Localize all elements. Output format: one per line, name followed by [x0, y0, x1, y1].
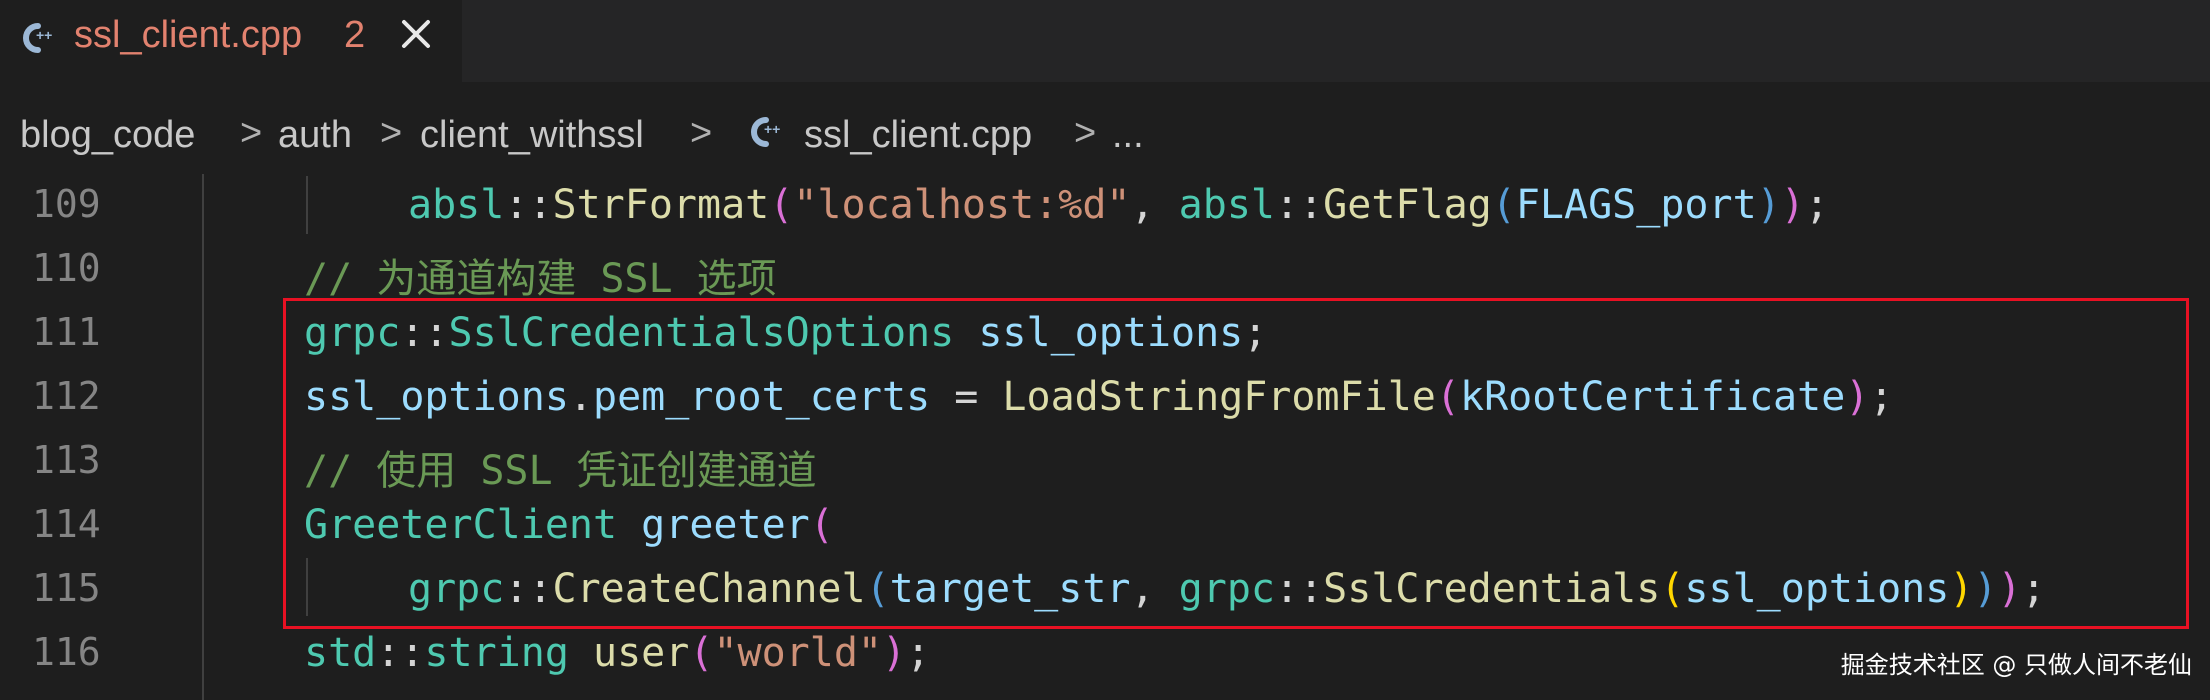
- code-line-110[interactable]: 110 // 为通道构建 SSL 选项: [0, 238, 2210, 302]
- breadcrumb-item-blog-code[interactable]: blog_code: [20, 114, 195, 157]
- breadcrumb-separator: >: [240, 112, 263, 154]
- tab-title: ssl_client.cpp: [74, 14, 303, 56]
- line-number: 112: [32, 374, 101, 418]
- token: string: [424, 630, 569, 676]
- close-icon[interactable]: [396, 14, 436, 54]
- line-number: 116: [32, 630, 101, 674]
- cpp-file-icon: ++: [751, 117, 780, 147]
- line-number: 109: [32, 182, 101, 226]
- watermark: 掘金技术社区 @ 只做人间不老仙: [1840, 651, 2192, 679]
- breadcrumb-separator: >: [690, 112, 713, 154]
- line-number: 110: [32, 246, 101, 290]
- token: std: [304, 630, 377, 676]
- problem-count-badge: 2: [344, 14, 366, 56]
- token: ::: [1275, 182, 1324, 228]
- token: (: [689, 630, 714, 676]
- token: FLAGS_port: [1515, 182, 1757, 228]
- token: absl: [408, 182, 505, 228]
- breadcrumb-separator: >: [380, 112, 403, 154]
- token: ): [1756, 182, 1781, 228]
- cpp-file-icon: ++: [23, 23, 52, 53]
- token: ;: [1804, 182, 1829, 228]
- breadcrumb-item-auth[interactable]: auth: [278, 114, 352, 157]
- token: ::: [376, 630, 425, 676]
- line-number: 115: [32, 566, 101, 610]
- code-line-109[interactable]: 109 absl::StrFormat("localhost:%d", absl…: [0, 174, 2210, 238]
- highlight-annotation-box: [283, 298, 2189, 629]
- token: ,: [1130, 182, 1179, 228]
- line-number: 111: [32, 310, 101, 354]
- code-editor[interactable]: 109 absl::StrFormat("localhost:%d", absl…: [0, 174, 2210, 700]
- token: "localhost:%d": [793, 182, 1131, 228]
- code-text: std::string user("world");: [304, 630, 930, 676]
- svg-text:++: ++: [764, 121, 780, 137]
- token: user: [593, 630, 690, 676]
- token: StrFormat: [552, 182, 770, 228]
- tab-ssl-client-cpp[interactable]: ++ ssl_client.cpp 2: [0, 0, 462, 82]
- tab-bar: ++ ssl_client.cpp 2: [0, 0, 2210, 82]
- token: ;: [906, 630, 931, 676]
- token: (: [769, 182, 794, 228]
- token: ::: [504, 182, 553, 228]
- breadcrumb-item-ellipsis[interactable]: ...: [1112, 114, 1144, 157]
- breadcrumb-item-ssl-client-cpp[interactable]: ssl_client.cpp: [804, 114, 1032, 157]
- token: GetFlag: [1323, 182, 1492, 228]
- line-number: 113: [32, 438, 101, 482]
- svg-text:++: ++: [36, 27, 52, 43]
- breadcrumb-separator: >: [1074, 112, 1097, 154]
- breadcrumb: blog_code > auth > client_withssl > ++ s…: [0, 82, 2210, 174]
- code-text: absl::StrFormat("localhost:%d", absl::Ge…: [408, 182, 1829, 228]
- breadcrumb-item-client-withssl[interactable]: client_withssl: [420, 114, 644, 157]
- code-comment: // 为通道构建 SSL 选项: [304, 256, 777, 302]
- token: (: [1491, 182, 1516, 228]
- token: "world": [713, 630, 883, 676]
- token: ): [882, 630, 907, 676]
- line-number: 114: [32, 502, 101, 546]
- token: absl: [1178, 182, 1275, 228]
- token: ): [1780, 182, 1805, 228]
